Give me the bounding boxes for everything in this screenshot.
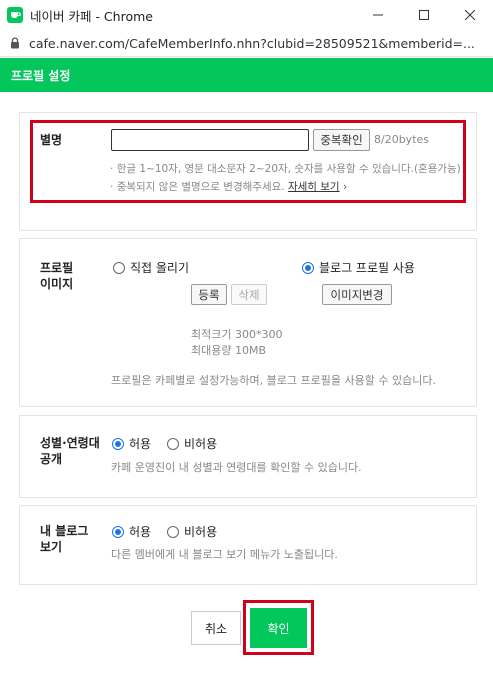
page-header: 프로필 설정 <box>0 58 493 92</box>
gender-age-label: 성별·연령대 공개 <box>40 435 100 467</box>
lock-icon <box>10 37 20 49</box>
naver-cafe-favicon-icon <box>7 7 23 23</box>
radio-blog-profile[interactable]: 블로그 프로필 사용 <box>302 259 415 276</box>
radio-gender-deny[interactable]: 비허용 <box>167 435 217 452</box>
radio-icon[interactable] <box>167 437 179 450</box>
radio-icon[interactable] <box>113 261 125 274</box>
profile-image-label-line1: 프로필 <box>40 261 74 275</box>
radio-blog-deny-label: 비허용 <box>184 525 218 539</box>
radio-checked-icon[interactable] <box>112 437 124 450</box>
radio-gender-allow[interactable]: 허용 <box>112 435 151 452</box>
radio-gender-deny-label: 비허용 <box>184 437 218 451</box>
profile-image-label: 프로필 이미지 <box>40 260 73 292</box>
delete-button[interactable]: 삭제 <box>231 284 267 305</box>
max-size-text: 최대용량 10MB <box>191 344 267 357</box>
radio-blog-deny[interactable]: 비허용 <box>167 523 217 540</box>
radio-direct-upload-label: 직접 올리기 <box>130 261 190 275</box>
optimal-size-text: 최적크기 300*300 <box>191 328 283 341</box>
window-title: 네이버 카페 - Chrome <box>30 8 153 24</box>
radio-checked-icon[interactable] <box>112 525 124 538</box>
highlight-box-nickname <box>30 120 466 203</box>
change-image-button[interactable]: 이미지변경 <box>322 284 392 305</box>
radio-direct-upload[interactable]: 직접 올리기 <box>113 259 189 276</box>
radio-checked-icon[interactable] <box>302 261 314 274</box>
radio-blog-allow[interactable]: 허용 <box>112 523 151 540</box>
gender-age-label-line2: 공개 <box>40 452 63 466</box>
url-text[interactable]: cafe.naver.com/CafeMemberInfo.nhn?clubid… <box>29 36 489 51</box>
my-blog-label-line2: 보기 <box>40 540 63 554</box>
radio-blog-allow-label: 허용 <box>129 525 152 539</box>
my-blog-note: 다른 멤버에게 내 블로그 보기 메뉴가 노출됩니다. <box>111 548 338 561</box>
gender-age-label-line1: 성별·연령대 <box>40 436 100 450</box>
maximize-icon[interactable] <box>401 0 447 30</box>
profile-note: 프로필은 카페별로 설정가능하며, 블로그 프로필을 사용할 수 있습니다. <box>111 374 436 387</box>
close-icon[interactable] <box>447 0 493 30</box>
minimize-icon[interactable] <box>355 0 401 30</box>
radio-gender-allow-label: 허용 <box>129 437 152 451</box>
profile-image-label-line2: 이미지 <box>40 277 74 291</box>
cancel-button[interactable]: 취소 <box>191 611 241 645</box>
radio-icon[interactable] <box>167 525 179 538</box>
register-button[interactable]: 등록 <box>191 284 227 305</box>
address-bar[interactable]: cafe.naver.com/CafeMemberInfo.nhn?clubid… <box>0 30 493 57</box>
window-titlebar: 네이버 카페 - Chrome <box>0 0 493 30</box>
my-blog-label-line1: 내 블로그 <box>40 524 89 538</box>
radio-blog-profile-label: 블로그 프로필 사용 <box>319 261 415 275</box>
gender-age-note: 카페 운영진이 내 성별과 연령대를 확인할 수 있습니다. <box>111 461 362 474</box>
highlight-box-confirm <box>243 600 314 655</box>
page-title: 프로필 설정 <box>11 68 71 83</box>
my-blog-label: 내 블로그 보기 <box>40 523 88 555</box>
